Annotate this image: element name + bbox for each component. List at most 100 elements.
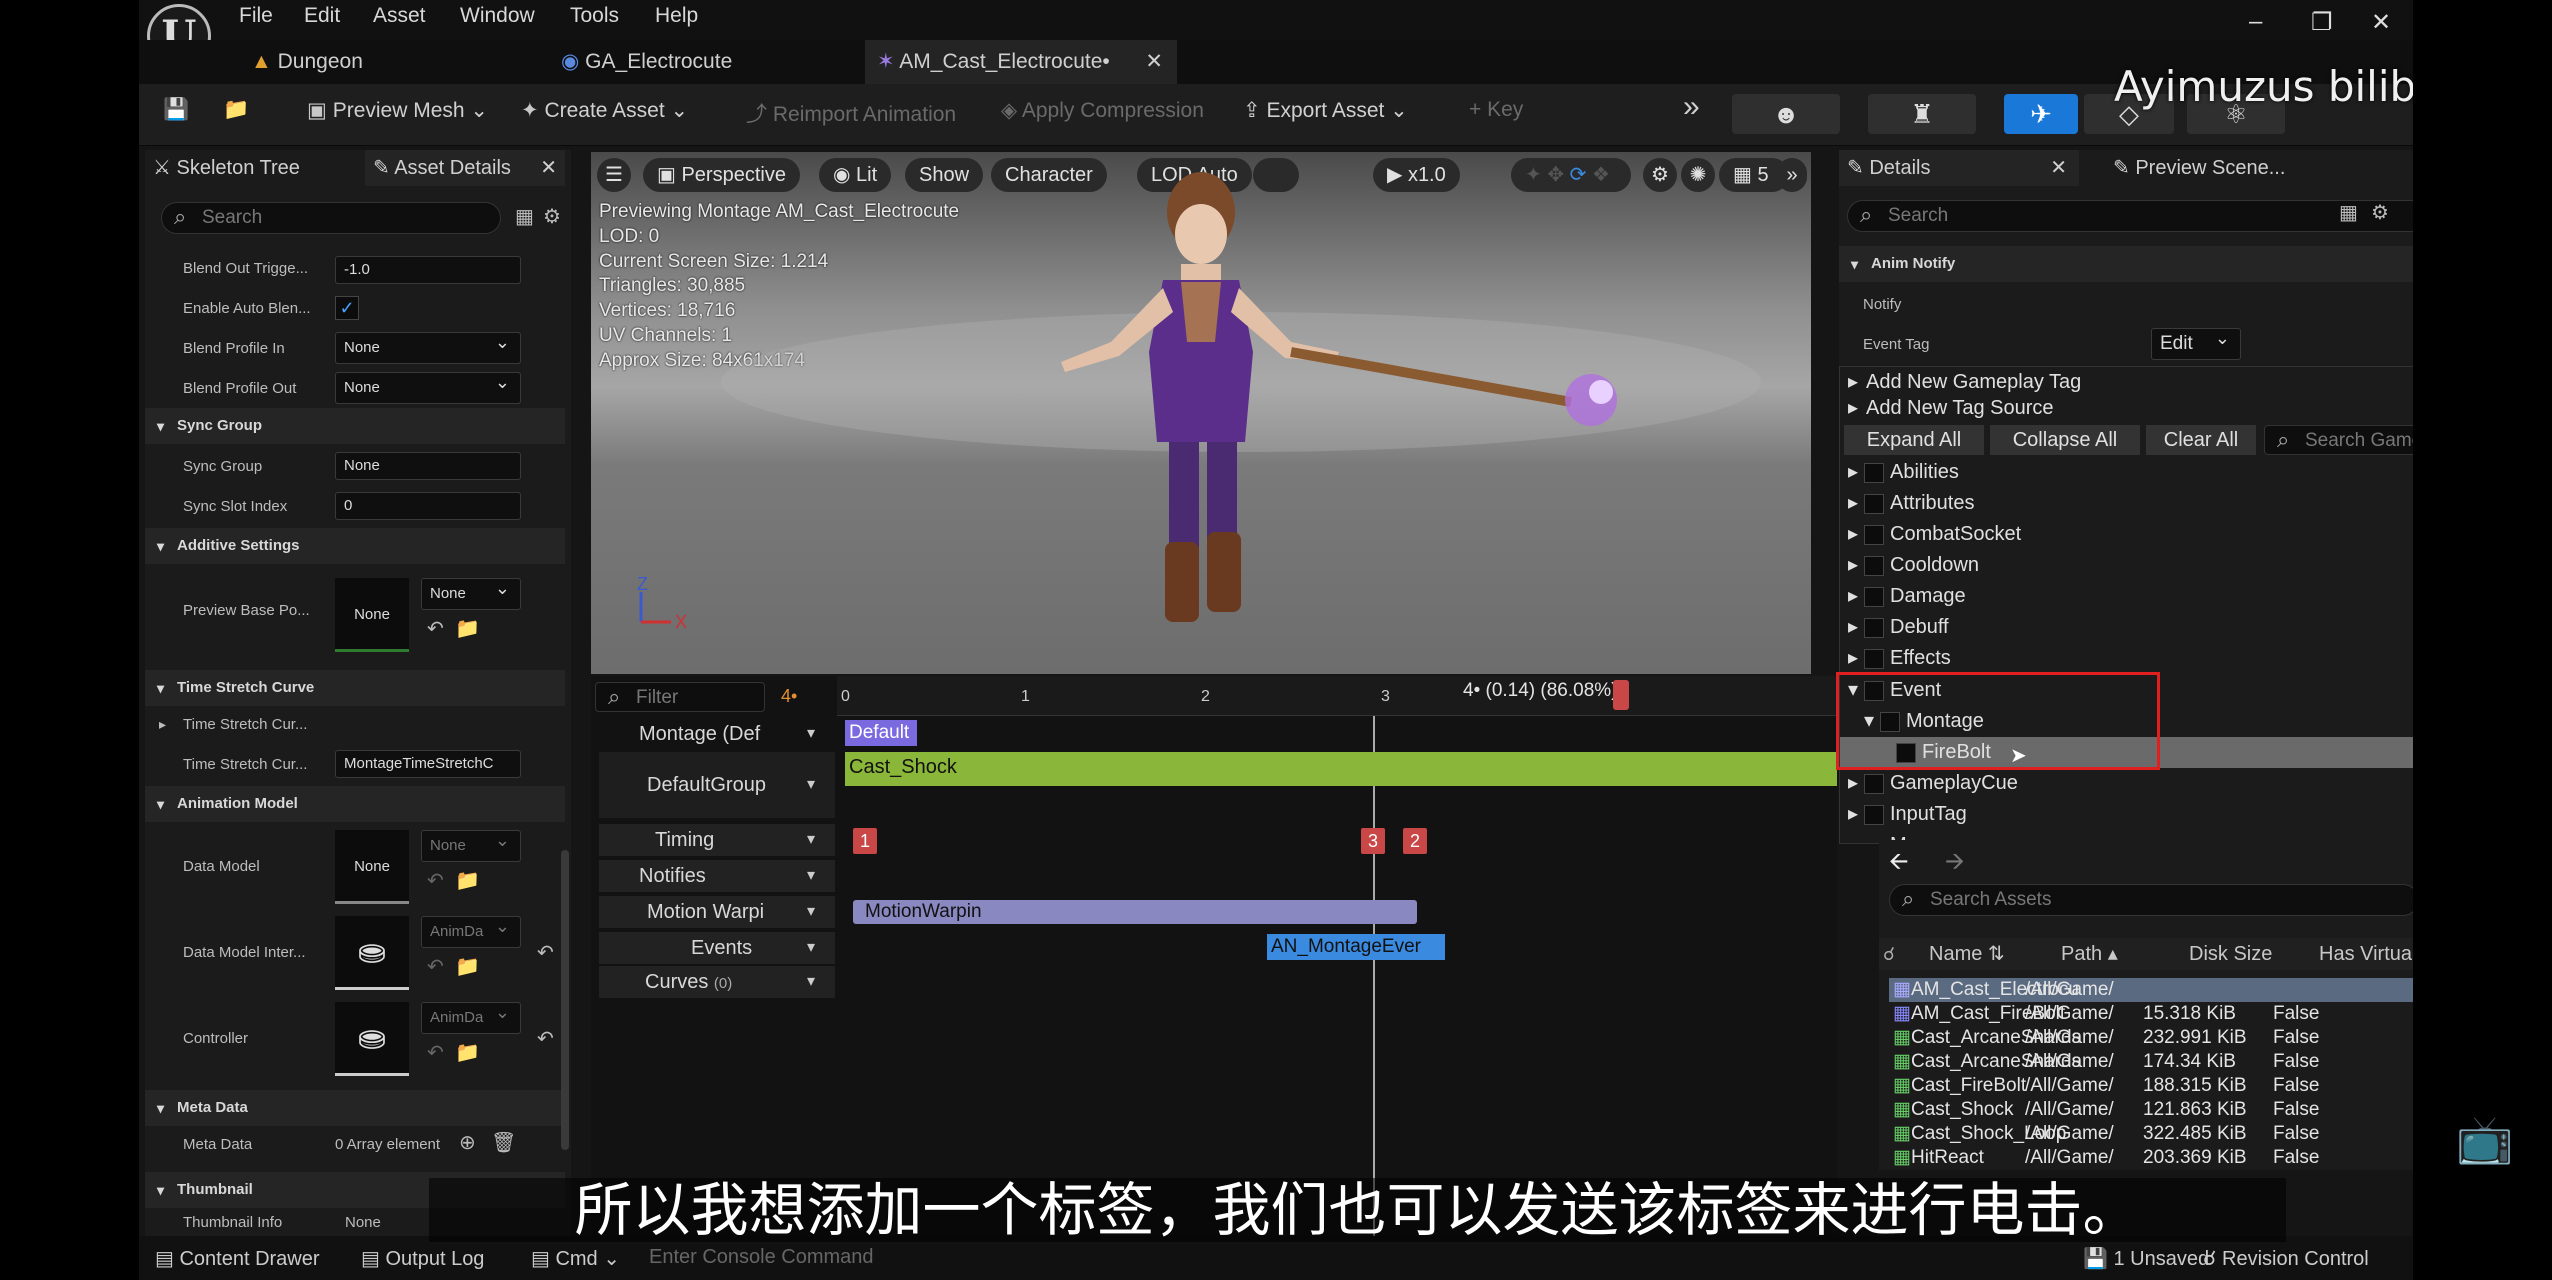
revision-control-button[interactable]: ☌ Revision Control — [2203, 1246, 2369, 1271]
menu-edit[interactable]: Edit — [304, 4, 340, 28]
column-name[interactable]: Name ⇅ — [1929, 938, 2005, 970]
preview-base-pose-combo[interactable]: None — [421, 573, 521, 610]
delete-icon[interactable]: 🗑 — [491, 1130, 516, 1155]
playhead-handle[interactable] — [1613, 680, 1629, 710]
content-drawer-button[interactable]: ▤ Content Drawer — [155, 1246, 320, 1271]
asset-row[interactable]: ▦ Cast_ArcaneShards/All/Game/174.34 KiB Fa… — [1889, 1050, 2413, 1074]
tab-details[interactable]: ✎ Details ✕ — [1839, 150, 2079, 186]
menu-asset[interactable]: Asset — [373, 4, 426, 28]
collapse-all-button[interactable]: Collapse All — [1990, 425, 2140, 455]
details-search-input[interactable]: Search — [1847, 200, 2413, 232]
browse-icon[interactable]: 📁 — [455, 1040, 480, 1065]
asset-row[interactable]: ▦ Cast_Shock/All/Game/121.863 KiB False — [1889, 1098, 2413, 1122]
track-motion-warping[interactable]: Motion Warpi — [599, 896, 835, 928]
expand-all-button[interactable]: Expand All — [1844, 425, 1984, 455]
browse-icon[interactable]: 📁 — [455, 868, 480, 893]
tag-row-damage[interactable]: ▸Damage⊕⌄ — [1840, 581, 2413, 612]
asset-row[interactable]: ▦ Cast_ArcaneShards/All/Game/232.991 KiB F… — [1889, 1026, 2413, 1050]
menu-file[interactable]: File — [239, 4, 273, 28]
source-icon[interactable]: ☌ — [1883, 938, 1895, 970]
tag-checkbox[interactable] — [1864, 774, 1884, 794]
use-selected-icon[interactable]: ↶ — [427, 954, 444, 979]
notify-state-motion-warping[interactable]: MotionWarpin — [853, 900, 1417, 924]
tag-checkbox[interactable] — [1864, 805, 1884, 825]
slot-cast-shock[interactable]: Cast_Shock — [845, 752, 1837, 786]
blend-profile-out-combo[interactable]: None — [335, 367, 521, 404]
controller-combo[interactable]: AnimDa — [421, 997, 521, 1034]
tag-row-debuff[interactable]: ▸Debuff⊕⌄ — [1840, 612, 2413, 643]
tag-row-attributes[interactable]: ▸Attributes⊕⌄ — [1840, 488, 2413, 519]
save-icon[interactable]: 💾 — [163, 98, 189, 122]
close-tab-icon[interactable]: ✕ — [1145, 40, 1163, 84]
settings-gear-icon[interactable]: ⚙ — [543, 204, 561, 229]
use-selected-icon[interactable]: ↶ — [427, 616, 444, 641]
tag-row-gameplaycue[interactable]: ▸GameplayCue⊕⌄ — [1840, 768, 2413, 799]
tab-asset-details[interactable]: ✎ Asset Details ✕ — [365, 150, 565, 186]
column-disk-size[interactable]: Disk Size — [2189, 938, 2272, 970]
preview-viewport[interactable]: ☰ ▣ Perspective ◉ Lit Show Character LOD… — [591, 152, 1811, 674]
close-tab-icon[interactable]: ✕ — [540, 150, 557, 186]
asset-row[interactable]: ▦ HitReact/All/Game/203.369 KiB False — [1889, 1146, 2413, 1170]
asset-details-search[interactable]: Search — [161, 202, 501, 234]
expand-arrow-icon[interactable]: ▸ — [159, 716, 166, 733]
tag-checkbox[interactable] — [1864, 463, 1884, 483]
data-model-thumbnail[interactable]: None — [335, 830, 409, 904]
reimport-animation-button[interactable]: ⤴ Reimport Animation — [746, 98, 956, 128]
cube-icon[interactable]: ⛂ — [335, 916, 409, 990]
browse-icon[interactable]: 📁 — [223, 98, 249, 122]
preview-base-pose-thumbnail[interactable]: None — [335, 578, 409, 652]
tag-row-abilities[interactable]: ▸Abilities⊕⌄ — [1840, 457, 2413, 488]
tag-checkbox[interactable] — [1864, 525, 1884, 545]
track-timing[interactable]: Timing — [599, 824, 835, 856]
section-time-stretch-curve[interactable]: Time Stretch Curve — [145, 670, 565, 706]
minimize-icon[interactable]: – — [2249, 8, 2262, 36]
tag-checkbox[interactable] — [1864, 494, 1884, 514]
tag-checkbox[interactable] — [1864, 556, 1884, 576]
unsaved-indicator[interactable]: 💾 1 Unsaved — [2083, 1246, 2209, 1271]
tag-checkbox[interactable] — [1864, 649, 1884, 669]
apply-compression-button[interactable]: ◈ Apply Compression — [1001, 98, 1204, 123]
use-selected-icon[interactable]: ↶ — [427, 1040, 444, 1065]
sync-slot-index-input[interactable]: 0 — [335, 492, 521, 520]
menu-tools[interactable]: Tools — [570, 4, 619, 28]
menu-help[interactable]: Help — [655, 4, 698, 28]
search-assets-input[interactable]: Search Assets — [1889, 884, 2413, 916]
cmd-button[interactable]: ▤ Cmd ⌄ — [531, 1246, 620, 1271]
preview-mesh-button[interactable]: ▣ Preview Mesh ⌄ — [307, 98, 488, 123]
timing-marker[interactable]: 2 — [1403, 828, 1427, 854]
section-additive-settings[interactable]: Additive Settings — [145, 528, 565, 564]
key-button[interactable]: + Key — [1469, 98, 1523, 122]
blend-out-trigger-input[interactable]: -1.0 — [335, 256, 521, 284]
tab-ga-electrocute[interactable]: ◉ GA_Electrocute — [549, 40, 769, 84]
tag-row-cooldown[interactable]: ▸Cooldown⊕⌄ — [1840, 550, 2413, 581]
column-has-virtualized[interactable]: Has Virtualize — [2319, 938, 2413, 970]
enable-auto-blend-checkbox[interactable]: ✓ — [335, 296, 359, 320]
section-meta-data[interactable]: Meta Data — [145, 1090, 565, 1126]
blend-profile-in-combo[interactable]: None — [335, 327, 521, 364]
browse-icon[interactable]: 📁 — [455, 616, 480, 641]
tab-dungeon[interactable]: ▲ Dungeon — [239, 40, 439, 84]
section-anim-notify[interactable]: Anim Notify — [1839, 246, 2413, 282]
track-curves[interactable]: Curves (0) — [599, 966, 835, 998]
reset-arrow-icon[interactable]: ↶ — [537, 940, 554, 965]
track-events[interactable]: Events — [599, 932, 835, 964]
tab-preview-scene[interactable]: ✎ Preview Scene... — [2113, 150, 2285, 186]
add-element-icon[interactable]: ⊕ — [459, 1130, 476, 1155]
output-log-button[interactable]: ▤ Output Log — [361, 1246, 484, 1271]
settings-gear-icon[interactable]: ⚙ — [2371, 200, 2389, 225]
browse-icon[interactable]: 📁 — [455, 954, 480, 979]
notify-montage-event[interactable]: AN_MontageEver — [1267, 934, 1445, 960]
timing-marker[interactable]: 1 — [853, 828, 877, 854]
close-window-icon[interactable]: ✕ — [2371, 8, 2391, 37]
tag-row-effects[interactable]: ▸Effects⊕⌄ — [1840, 643, 2413, 674]
table-view-icon[interactable]: ▦ — [2339, 200, 2358, 225]
track-default-group[interactable]: DefaultGroup — [599, 752, 835, 818]
track-notifies[interactable]: Notifies — [599, 860, 835, 892]
use-selected-icon[interactable]: ↶ — [427, 868, 444, 893]
console-command-input[interactable]: Enter Console Command — [649, 1246, 874, 1269]
section-sync-group[interactable]: Sync Group — [145, 408, 565, 444]
section-animation-model[interactable]: Animation Model — [145, 786, 565, 822]
tag-row-inputtag[interactable]: ▸InputTag⊕⌄ — [1840, 799, 2413, 830]
event-tag-edit-combo[interactable]: Edit — [2151, 323, 2241, 360]
asset-row[interactable]: ▦ Cast_FireBolt/All/Game/188.315 KiB False — [1889, 1074, 2413, 1098]
